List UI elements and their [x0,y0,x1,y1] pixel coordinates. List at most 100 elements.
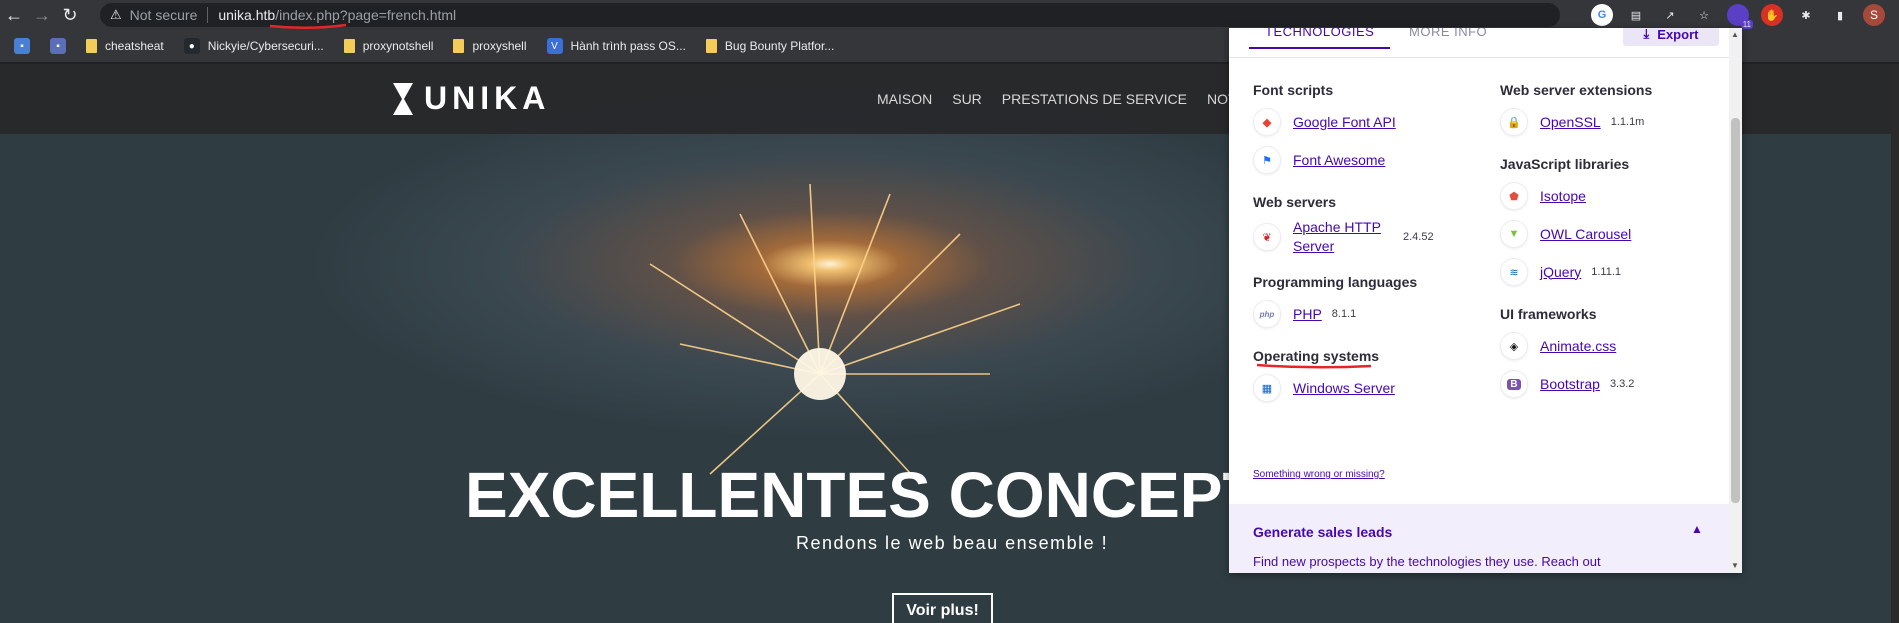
tech-category-group: Operating systems ▦ Windows Server [1253,348,1493,404]
category-heading: Web servers [1253,194,1337,210]
back-arrow-icon[interactable]: ← [0,1,28,29]
tech-name-link[interactable]: OpenSSL [1540,113,1601,132]
tech-item: ❦ Apache HTTP Server 2.4.52 [1253,218,1493,256]
adblock-hand-icon[interactable]: ✋ [1761,4,1783,26]
bookmark-label: Nickyie/Cybersecuri... [207,39,324,53]
bookmark-item[interactable]: proxyshell [445,33,534,59]
tech-name-link[interactable]: OWL Carousel [1540,225,1631,244]
v-logo-icon: V [546,38,563,54]
hero-more-button[interactable]: Voir plus! [892,593,993,623]
tab-more-info[interactable]: MORE INFO [1409,28,1487,39]
avatar[interactable]: S [1863,4,1885,26]
tech-version: 2.4.52 [1403,231,1434,243]
reload-icon[interactable]: ↻ [56,1,84,29]
sidebar-toggle-icon[interactable]: ▮ [1829,4,1851,26]
sales-leads-panel: Generate sales leads ▲ Find new prospect… [1229,504,1729,573]
tech-item: ⬟ Isotope [1500,180,1740,212]
bookmark-item[interactable]: proxynotshell [336,33,442,59]
translate-icon: ▪ [14,38,30,54]
scroll-up-arrow-icon[interactable]: ▲ [1731,30,1739,39]
folder-icon [705,39,717,53]
jquery-icon: ≋ [1500,258,1528,286]
bookmark-item[interactable]: ▪ [42,33,74,59]
site-nav-links: MAISON SUR PRESTATIONS DE SERVICE NOTRE [877,91,1256,107]
bookmark-label: Hành trình pass OS... [570,39,686,53]
bookmark-app-icon: ▪ [50,38,66,54]
something-wrong-link[interactable]: Something wrong or missing? [1253,469,1385,480]
google-icon[interactable]: G [1591,4,1613,26]
windows-icon: ▦ [1253,374,1281,402]
divider [207,7,209,23]
url-path: /index.php?page=french.html [275,7,457,23]
folder-icon [86,39,97,53]
puzzle-extensions-icon[interactable]: ✱ [1795,4,1817,26]
tech-category-group: JavaScript libraries ⬟ Isotope ▼ OWL Carouse… [1500,156,1740,288]
share-icon[interactable]: ↗ [1659,4,1681,26]
leads-title[interactable]: Generate sales leads [1253,524,1392,540]
tech-column-left: Font scripts ◆ Google Font API ⚑ Font Awesom… [1253,82,1493,422]
tab-technologies[interactable]: TECHNOLOGIES [1249,28,1391,49]
popup-scroll-thumb[interactable] [1731,118,1740,503]
tech-category-group: Font scripts ◆ Google Font API ⚑ Font Awesom… [1253,82,1493,176]
tech-item: ▦ Windows Server [1253,372,1493,404]
category-heading: Font scripts [1253,82,1334,98]
folder-icon [343,39,355,53]
tech-item: ▼ OWL Carousel [1500,218,1740,250]
bookmark-item[interactable]: cheatsheat [78,33,172,59]
export-label: Export [1657,28,1699,42]
animate-icon: ◈ [1500,332,1528,360]
red-annotation-underline [269,23,347,30]
tech-name-link[interactable]: Google Font API [1293,113,1396,132]
category-heading: Web server extensions [1500,82,1653,98]
tech-version: 3.3.2 [1609,378,1635,390]
logo-text: UNIKA [424,80,551,116]
php-icon: php [1253,300,1281,328]
font-awesome-flag-icon: ⚑ [1253,146,1281,174]
bootstrap-icon: B [1500,370,1528,398]
tech-item: 🔒 OpenSSL 1.1.1m [1500,106,1740,138]
nav-link-sur[interactable]: SUR [952,91,982,107]
bookmark-item[interactable]: ▪ [6,33,38,59]
tech-version: 1.11.1 [1591,266,1622,278]
chevron-up-icon[interactable]: ▲ [1691,522,1703,536]
tech-name-link[interactable]: Font Awesome [1293,151,1385,170]
star-bookmark-icon[interactable]: ☆ [1693,4,1715,26]
tech-name-link[interactable]: PHP [1293,305,1322,324]
tech-name-link[interactable]: Bootstrap [1540,375,1600,394]
category-heading: Operating systems [1253,348,1380,364]
tech-name-link[interactable]: Isotope [1540,187,1586,206]
lock-icon: 🔒 [1500,108,1528,136]
hourglass-logo-icon [393,82,413,115]
export-button[interactable]: ⤓ Export [1623,28,1719,46]
bookmark-label: Bug Bounty Platfor... [724,39,835,53]
tech-name-link[interactable]: Animate.css [1540,337,1616,356]
tech-name-link[interactable]: Apache HTTP Server [1293,218,1393,256]
tech-version: 1.1.1m [1610,116,1645,128]
extension-badge: 11 [1740,20,1753,29]
bookmark-item[interactable]: ● Nickyie/Cybersecuri... [176,33,332,59]
site-logo[interactable]: UNIKA [392,80,550,117]
tech-version: 8.1.1 [1331,308,1357,320]
tech-category-group: UI frameworks ◈ Animate.css B Bootstrap 3.3.2 [1500,306,1740,400]
page-scrollbar[interactable] [1891,64,1899,623]
forward-arrow-icon[interactable]: → [28,1,56,29]
translate-page-icon[interactable]: ▤ [1625,4,1647,26]
isotope-icon: ⬟ [1500,182,1528,210]
popup-scrollbar[interactable]: ▲ ▼ [1729,28,1742,573]
tech-category-group: Programming languages php PHP 8.1.1 [1253,274,1493,330]
tech-name-link[interactable]: Windows Server [1293,379,1395,398]
nav-link-prestations[interactable]: PRESTATIONS DE SERVICE [1002,91,1187,107]
folder-icon [453,39,465,53]
nav-link-maison[interactable]: MAISON [877,91,932,107]
tech-name-link[interactable]: jQuery [1540,263,1581,282]
red-annotation-underline-php [1256,363,1372,369]
bookmark-item[interactable]: Bug Bounty Platfor... [698,33,842,59]
bookmark-item[interactable]: V Hành trình pass OS... [539,33,694,59]
popup-tabs: TECHNOLOGIES MORE INFO ⤓ Export [1229,28,1729,58]
toolbar-right-icons: G ▤ ↗ ☆ 11 ✋ ✱ ▮ S [1591,4,1885,29]
tech-category-group: Web server extensions 🔒 OpenSSL 1.1.1m [1500,82,1740,138]
warning-triangle-icon: ⚠ [110,7,122,22]
wappalyzer-extension-icon[interactable]: 11 [1727,4,1753,29]
security-label: Not secure [129,7,198,23]
scroll-down-arrow-icon[interactable]: ▼ [1731,561,1739,570]
